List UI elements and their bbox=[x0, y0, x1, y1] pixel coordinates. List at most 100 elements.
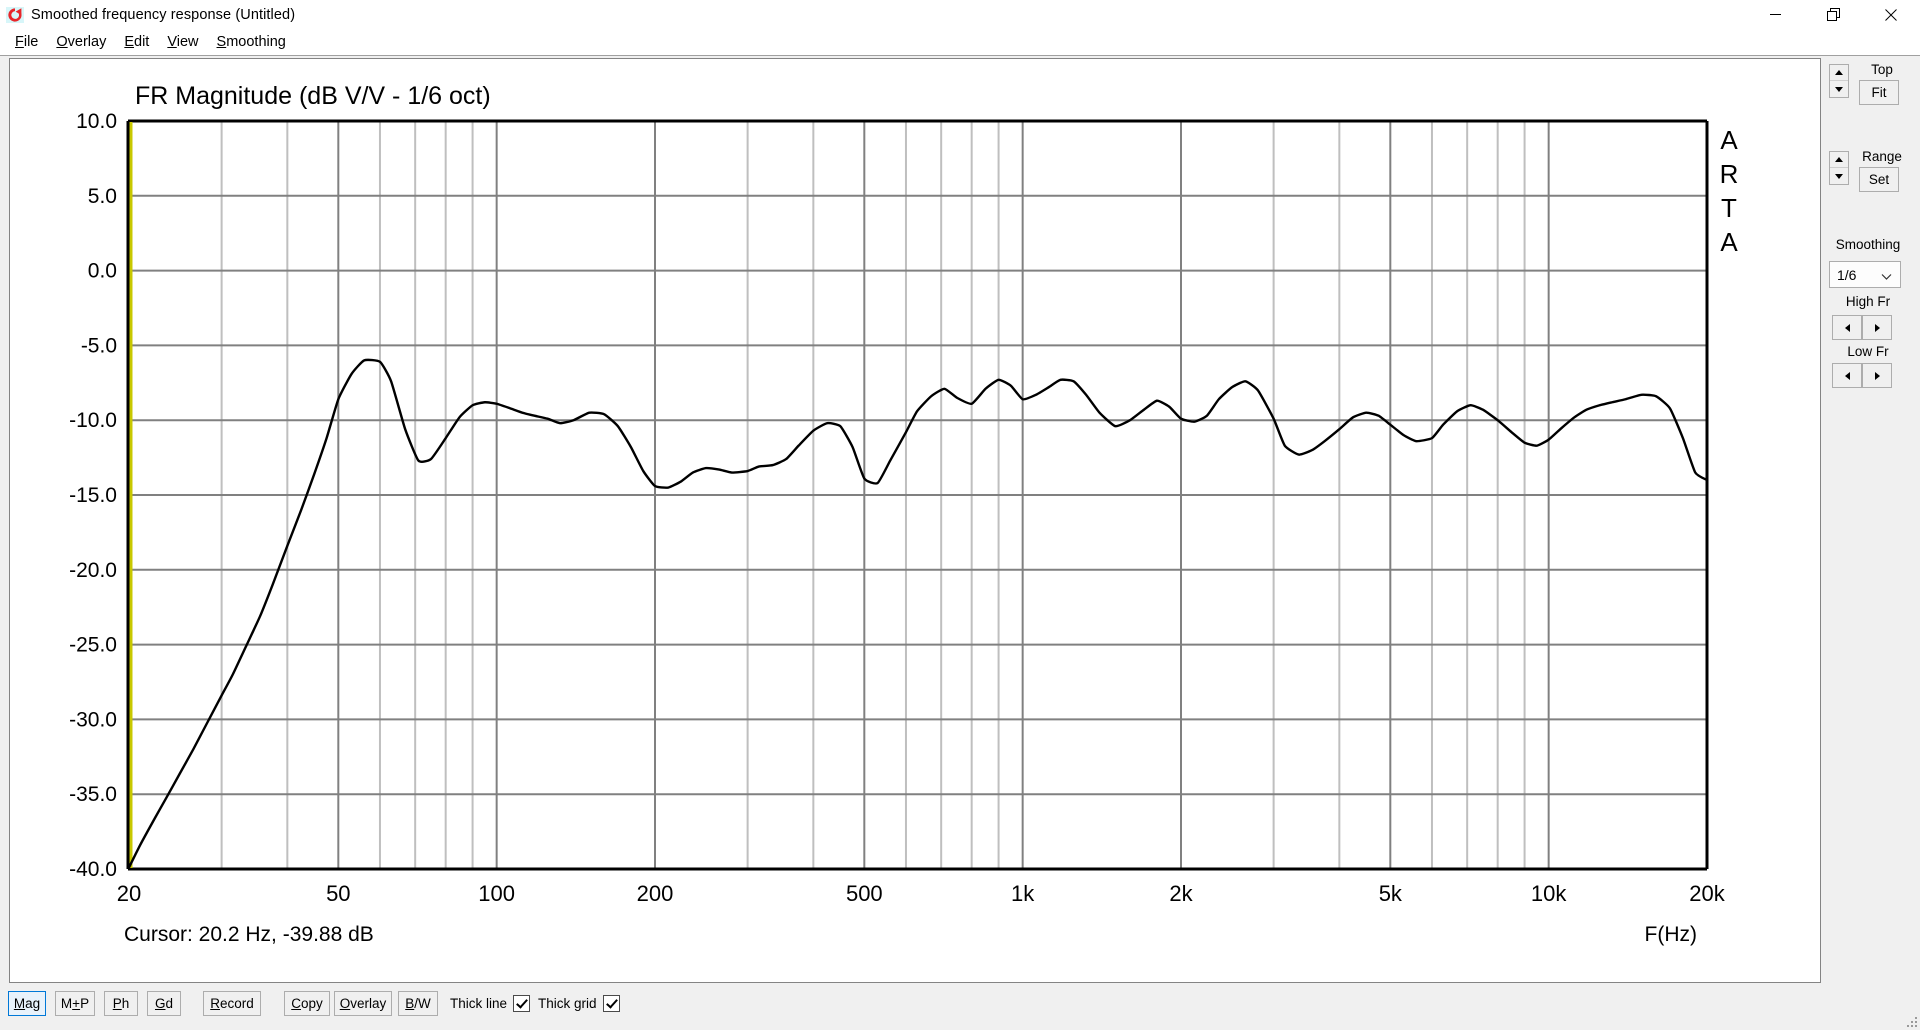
thick-line-label: Thick line bbox=[450, 996, 508, 1011]
title-bar: Smoothed frequency response (Untitled) bbox=[0, 0, 1920, 29]
menu-accel-edit: E bbox=[124, 34, 135, 50]
x-axis-tick-label: 20k bbox=[1689, 881, 1725, 906]
graph-canvas[interactable]: FR Magnitude (dB V/V - 1/6 oct) 10.0 5.0 0.… bbox=[9, 58, 1821, 983]
thick-grid-label: Thick grid bbox=[538, 996, 597, 1011]
triangle-up-icon bbox=[1835, 157, 1843, 162]
record-button[interactable]: Record bbox=[203, 991, 261, 1016]
menu-item-overlay[interactable]: Overlay bbox=[47, 32, 115, 52]
bw-button[interactable]: B/W bbox=[398, 991, 438, 1016]
cursor-readout: Cursor: 20.2 Hz, -39.88 dB bbox=[124, 923, 374, 946]
triangle-up-icon bbox=[1835, 70, 1843, 75]
label-post: opy bbox=[300, 996, 323, 1011]
client-area: FR Magnitude (dB V/V - 1/6 oct) 10.0 5.0 0.… bbox=[0, 55, 1920, 1030]
range-spinner-up[interactable] bbox=[1830, 152, 1848, 168]
smoothing-value: 1/6 bbox=[1837, 266, 1857, 283]
label-pre: M bbox=[60, 996, 73, 1011]
label-post: /W bbox=[414, 996, 431, 1011]
menu-label-view: iew bbox=[176, 34, 199, 50]
menu-label-edit: dit bbox=[134, 34, 150, 50]
graph-controls-panel: Top Fit Range Set Smoothing 1/6 High Fr … bbox=[1823, 58, 1913, 983]
low-fr-label: Low Fr bbox=[1847, 344, 1889, 359]
label-post: h bbox=[121, 996, 130, 1011]
y-axis-tick-label: 0.0 bbox=[88, 260, 117, 283]
y-axis-tick-label: -25.0 bbox=[69, 634, 117, 657]
accel-char: P bbox=[112, 996, 122, 1011]
x-axis-tick-label: 100 bbox=[478, 881, 515, 906]
menu-accel-smoothing: S bbox=[216, 34, 227, 50]
chart-title: FR Magnitude (dB V/V - 1/6 oct) bbox=[135, 82, 491, 110]
y-axis-tick-label: -10.0 bbox=[69, 409, 117, 432]
arta-watermark-letter: A bbox=[1720, 125, 1738, 155]
triangle-right-icon bbox=[1874, 323, 1880, 332]
top-label: Top bbox=[1871, 62, 1893, 77]
close-button[interactable] bbox=[1862, 0, 1920, 29]
range-spinner-down[interactable] bbox=[1830, 168, 1848, 184]
menu-item-smoothing[interactable]: Smoothing bbox=[208, 32, 295, 52]
triangle-down-icon bbox=[1835, 86, 1843, 92]
m-plus-p-button[interactable]: M + P bbox=[55, 991, 95, 1016]
triangle-down-icon bbox=[1835, 173, 1843, 179]
label-post: d bbox=[165, 996, 174, 1011]
arta-watermark-letter: T bbox=[1721, 193, 1737, 223]
x-axis-tick-label: 200 bbox=[637, 881, 674, 906]
x-axis-tick-label: 10k bbox=[1531, 881, 1567, 906]
window-title: Smoothed frequency response (Untitled) bbox=[31, 6, 296, 23]
low-fr-decrease-button[interactable] bbox=[1832, 363, 1862, 388]
accel-char: C bbox=[291, 996, 301, 1011]
x-axis-tick-label: 5k bbox=[1379, 881, 1403, 906]
y-axis-tick-label: -35.0 bbox=[69, 783, 117, 806]
x-axis-tick-label: 20 bbox=[117, 881, 141, 906]
label-post: ag bbox=[25, 996, 41, 1011]
menu-accel-view: V bbox=[167, 34, 177, 50]
x-axis-tick-label: 1k bbox=[1011, 881, 1035, 906]
maximize-restore-button[interactable] bbox=[1804, 0, 1862, 29]
menu-label-overlay: verlay bbox=[67, 34, 107, 50]
menu-item-edit[interactable]: Edit bbox=[115, 32, 158, 52]
range-label: Range bbox=[1862, 149, 1902, 164]
gd-button[interactable]: Gd bbox=[147, 991, 181, 1016]
ph-button[interactable]: Ph bbox=[104, 991, 138, 1016]
mag-button[interactable]: Mag bbox=[8, 991, 46, 1016]
overlay-button[interactable]: Overlay bbox=[334, 991, 392, 1016]
top-fit-button[interactable]: Fit bbox=[1859, 80, 1899, 105]
menu-item-view[interactable]: View bbox=[158, 32, 207, 52]
arta-watermark-letter: A bbox=[1720, 227, 1738, 257]
range-spinner[interactable] bbox=[1829, 151, 1849, 185]
range-set-button[interactable]: Set bbox=[1859, 167, 1899, 192]
thick-line-checkbox[interactable] bbox=[513, 995, 531, 1012]
thick-line-checkbox-row[interactable]: Thick line bbox=[450, 991, 531, 1016]
thick-grid-checkbox-row[interactable]: Thick grid bbox=[538, 991, 620, 1016]
high-fr-decrease-button[interactable] bbox=[1832, 315, 1862, 340]
smoothing-select[interactable]: 1/6 bbox=[1829, 261, 1901, 288]
x-axis-tick-label: 500 bbox=[846, 881, 883, 906]
menu-accel-overlay: O bbox=[56, 34, 68, 50]
y-axis-tick-label: -30.0 bbox=[69, 708, 117, 731]
chevron-down-icon bbox=[1881, 269, 1892, 280]
high-fr-label: High Fr bbox=[1845, 294, 1891, 309]
high-fr-increase-button[interactable] bbox=[1862, 315, 1892, 340]
top-spinner[interactable] bbox=[1829, 64, 1849, 98]
x-axis-tick-label: 2k bbox=[1169, 881, 1193, 906]
menu-item-file[interactable]: File bbox=[6, 32, 47, 52]
y-axis-tick-label: 10.0 bbox=[76, 110, 117, 133]
triangle-left-icon bbox=[1844, 371, 1850, 380]
triangle-left-icon bbox=[1844, 323, 1850, 332]
arta-watermark-letter: R bbox=[1720, 159, 1739, 189]
low-fr-increase-button[interactable] bbox=[1862, 363, 1892, 388]
accel-char: B bbox=[405, 996, 415, 1011]
top-spinner-up[interactable] bbox=[1830, 65, 1848, 81]
menu-label-file: ile bbox=[23, 34, 39, 50]
minimize-button[interactable] bbox=[1746, 0, 1804, 29]
data-curve bbox=[127, 358, 1709, 869]
bottom-toolbar: Mag M + P Ph Gd Record Copy Overlay B/W Thick line… bbox=[0, 985, 1920, 1030]
x-axis-label: F(Hz) bbox=[1645, 923, 1697, 946]
smoothing-label: Smoothing bbox=[1835, 237, 1901, 252]
thick-grid-checkbox[interactable] bbox=[602, 995, 620, 1012]
window-controls bbox=[1746, 0, 1920, 29]
triangle-right-icon bbox=[1874, 371, 1880, 380]
menu-accel-file: F bbox=[15, 34, 24, 50]
top-spinner-down[interactable] bbox=[1830, 81, 1848, 97]
copy-button[interactable]: Copy bbox=[284, 991, 330, 1016]
resize-grip[interactable] bbox=[1903, 1013, 1919, 1029]
accel-char: M bbox=[13, 996, 26, 1011]
